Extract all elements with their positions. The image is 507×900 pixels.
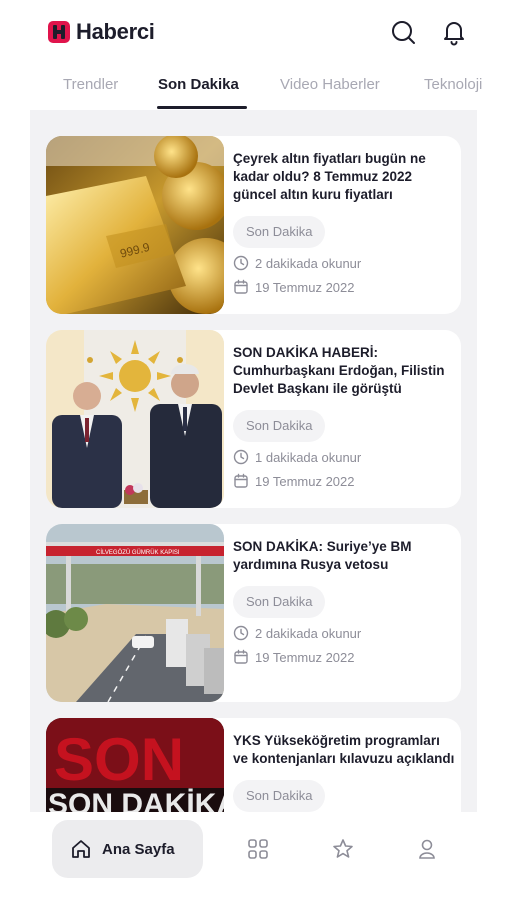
tab-trendler[interactable]: Trendler [63,76,118,93]
logo-icon [48,21,70,43]
grid-icon[interactable] [247,838,269,860]
app-header: Haberci [0,0,507,62]
news-title[interactable]: YKS Yükseköğretim programları ve kontenj… [233,732,455,768]
nav-home-label: Ana Sayfa [102,840,175,858]
border-sign-text: CİLVEGÖZÜ GÜMRÜK KAPISI [96,549,180,556]
tab-son-dakika[interactable]: Son Dakika [158,76,239,93]
news-thumbnail-gold: 999.9 [46,136,224,314]
news-card[interactable]: SON DAKİKA HABERİ: Cumhurbaşkanı Erdoğan… [46,330,461,508]
tab-teknoloji[interactable]: Teknoloji [424,76,482,93]
bottom-nav: Ana Sayfa [0,812,507,900]
calendar-icon [234,649,248,664]
breaking-banner-text: SON DAKİKA [48,788,224,812]
news-card[interactable]: CİLVEGÖZÜ GÜMRÜK KAPISI SON DAKİKA: Suri… [46,524,461,702]
news-card-body: SON DAKİKA HABERİ: Cumhurbaşkanı Erdoğan… [233,344,455,490]
svg-text:SON: SON [54,726,184,793]
bell-icon[interactable] [440,18,468,46]
news-title[interactable]: Çeyrek altın fiyatları bugün ne kadar ol… [233,150,455,204]
calendar-icon [234,279,248,294]
news-card[interactable]: SON SON DAKİKA YKS Yükseköğretim program… [46,718,461,812]
profile-icon[interactable] [416,838,438,860]
star-icon[interactable] [332,838,354,860]
clock-icon [233,255,249,271]
category-chip[interactable]: Son Dakika [233,780,326,812]
news-thumbnail-border-gate: CİLVEGÖZÜ GÜMRÜK KAPISI [46,524,224,702]
news-thumbnail-breaking: SON SON DAKİKA [46,718,224,812]
news-card-body: YKS Yükseköğretim programları ve kontenj… [233,732,455,812]
publish-date-text: 19 Temmuz 2022 [255,279,355,295]
publish-date: 19 Temmuz 2022 [233,278,455,296]
clock-icon [233,449,249,465]
publish-date: 19 Temmuz 2022 [233,472,455,490]
news-card[interactable]: 999.9 Çeyrek altın fiyatları bugün ne ka… [46,136,461,314]
clock-icon [233,625,249,641]
category-chip[interactable]: Son Dakika [233,410,326,442]
news-card-body: Çeyrek altın fiyatları bugün ne kadar ol… [233,150,455,296]
search-icon[interactable] [389,18,417,46]
read-time-text: 2 dakikada okunur [255,255,362,271]
publish-date-text: 19 Temmuz 2022 [255,649,355,665]
app-name: Haberci [76,19,155,44]
read-time-text: 1 dakikada okunur [255,449,362,465]
read-time-text: 2 dakikada okunur [255,625,362,641]
home-icon [72,840,90,858]
news-card-body: SON DAKİKA: Suriye’ye BM yardımına Rusya… [233,538,455,666]
active-tab-indicator [157,106,247,109]
nav-home-button[interactable]: Ana Sayfa [52,820,203,878]
read-time: 2 dakikada okunur [233,254,455,272]
read-time: 1 dakikada okunur [233,448,455,466]
news-title[interactable]: SON DAKİKA: Suriye’ye BM yardımına Rusya… [233,538,455,574]
calendar-icon [234,473,248,488]
category-tabs: Trendler Son Dakika Video Haberler Tekno… [0,62,507,110]
category-chip[interactable]: Son Dakika [233,216,326,248]
publish-date-text: 19 Temmuz 2022 [255,473,355,489]
category-chip[interactable]: Son Dakika [233,586,326,618]
app-logo[interactable]: Haberci [48,19,155,45]
news-feed[interactable]: 999.9 Çeyrek altın fiyatları bugün ne ka… [30,110,477,812]
read-time: 2 dakikada okunur [233,624,455,642]
news-title[interactable]: SON DAKİKA HABERİ: Cumhurbaşkanı Erdoğan… [233,344,455,398]
tab-video-haberler[interactable]: Video Haberler [280,76,380,93]
publish-date: 19 Temmuz 2022 [233,648,455,666]
news-thumbnail-meeting [46,330,224,508]
